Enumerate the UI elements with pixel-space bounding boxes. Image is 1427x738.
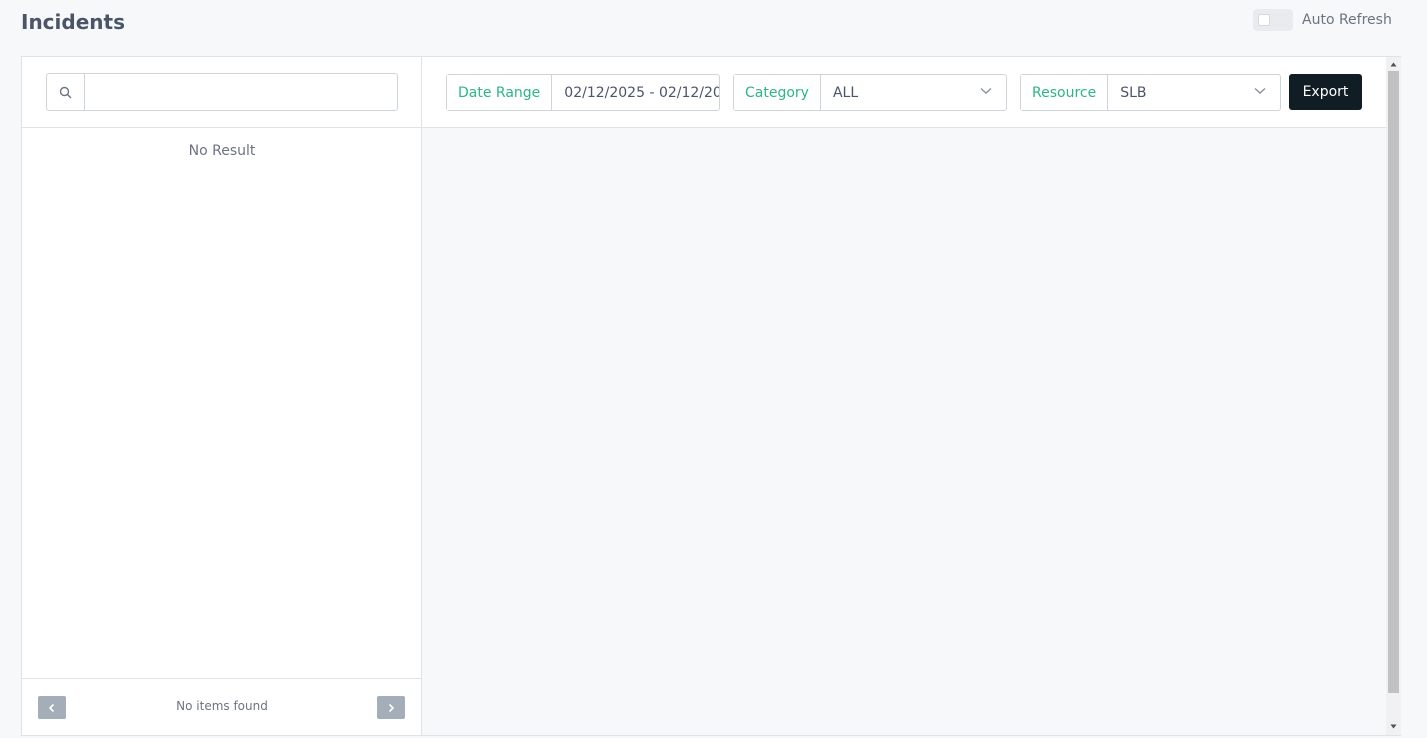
- auto-refresh-label: Auto Refresh: [1302, 12, 1392, 28]
- category-value: ALL: [832, 84, 859, 101]
- resource-value: SLB: [1120, 84, 1147, 101]
- search-icon[interactable]: [47, 74, 85, 110]
- pagination-status: No items found: [176, 699, 268, 713]
- incidents-panel: No Result No items found Date Range 02/1…: [21, 56, 1401, 736]
- resource-filter: Resource SLB: [1020, 74, 1281, 111]
- incident-list-pane: No Result No items found: [22, 57, 422, 735]
- date-range-filter: Date Range 02/12/2025 - 02/12/2025: [446, 74, 720, 111]
- scroll-up-arrow[interactable]: [1386, 57, 1401, 71]
- resource-label: Resource: [1021, 75, 1109, 110]
- scrollbar-thumb[interactable]: [1388, 71, 1399, 693]
- toggle-knob: [1258, 14, 1270, 26]
- pagination-footer: No items found: [22, 678, 422, 738]
- auto-refresh-toggle[interactable]: [1253, 9, 1293, 31]
- date-range-input[interactable]: 02/12/2025 - 02/12/2025: [552, 75, 719, 110]
- vertical-scrollbar[interactable]: [1386, 57, 1401, 735]
- search-input[interactable]: [85, 74, 397, 110]
- list-divider: [22, 127, 422, 128]
- incident-detail-pane: Date Range 02/12/2025 - 02/12/2025 Categ…: [422, 57, 1386, 735]
- auto-refresh: Auto Refresh: [1253, 9, 1392, 31]
- chevron-down-icon: [1254, 87, 1266, 94]
- page-title: Incidents: [21, 10, 125, 34]
- resource-select[interactable]: SLB: [1108, 75, 1280, 110]
- chevron-right-icon: [388, 703, 395, 712]
- category-filter: Category ALL: [733, 74, 1007, 111]
- category-label: Category: [734, 75, 821, 110]
- category-select[interactable]: ALL: [821, 75, 1006, 110]
- search-box: [46, 73, 398, 111]
- export-button[interactable]: Export: [1289, 74, 1362, 110]
- no-result-text: No Result: [188, 143, 256, 159]
- next-page-button[interactable]: [377, 696, 405, 719]
- filter-toolbar: Date Range 02/12/2025 - 02/12/2025 Categ…: [422, 57, 1386, 128]
- date-range-label: Date Range: [447, 75, 553, 110]
- chevron-down-icon: [980, 87, 992, 94]
